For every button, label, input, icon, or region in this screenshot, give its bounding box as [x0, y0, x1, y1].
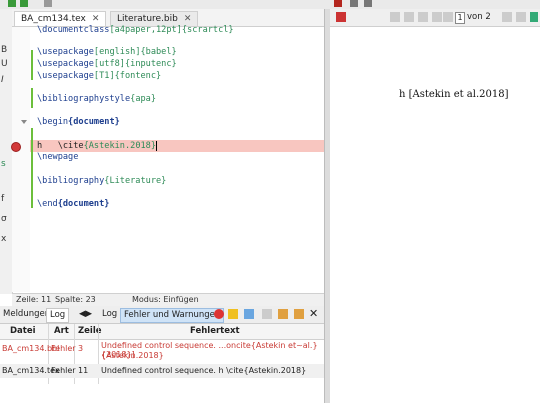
log-row[interactable]: BA_cm134.tex Fehler 11 Undefined control… — [0, 364, 324, 378]
structure-symbol[interactable]: s — [1, 159, 6, 169]
code-line[interactable]: \newpage — [37, 151, 78, 163]
code-command: \bibliographystyle — [37, 94, 131, 104]
tab-log-secondary[interactable]: Log — [99, 308, 120, 321]
code-arg: {apa} — [130, 94, 157, 104]
code-line[interactable]: \usepackage[english]{babel} — [37, 46, 177, 58]
log-tabbar: Meldungen Log ◀▶ Log Fehler und Warnunge… — [0, 306, 324, 324]
code-line[interactable]: \begin{document} — [37, 116, 120, 128]
code-line[interactable]: \documentclass[a4paper,12pt]{scrartcl} — [37, 24, 234, 36]
badbox-filter-icon[interactable] — [244, 309, 254, 319]
code-arg: [T1]{fontenc} — [93, 71, 162, 81]
log-text: Undefined control sequence. h \cite{Aste… — [101, 366, 307, 375]
code-arg: [english]{babel} — [93, 47, 177, 57]
function-symbol[interactable]: f — [1, 194, 4, 204]
code-line[interactable]: \usepackage[T1]{fontenc} — [37, 70, 161, 82]
log-line: 3 — [78, 344, 84, 353]
code-line[interactable]: \end{document} — [37, 198, 109, 210]
tab-log[interactable]: Log — [46, 308, 70, 323]
bold-symbol[interactable]: B — [1, 45, 7, 55]
code-command: \newpage — [37, 152, 79, 162]
search-icon[interactable] — [364, 0, 372, 7]
close-icon[interactable]: ✕ — [184, 14, 192, 24]
header-text: Fehlertext — [190, 326, 240, 336]
code-command: \begin — [37, 117, 69, 127]
last-page-icon[interactable] — [516, 12, 526, 22]
prev-error-icon[interactable] — [294, 309, 304, 319]
run-icon[interactable] — [8, 0, 16, 7]
tab-errors-warnings[interactable]: Fehler und Warnungen — [120, 308, 225, 323]
tab-label: BA_cm134.tex — [21, 14, 86, 24]
close-icon[interactable]: ✕ — [92, 14, 100, 24]
underline-symbol[interactable]: U — [1, 59, 8, 69]
header-file: Datei — [10, 326, 36, 336]
log-line: 11 — [78, 366, 89, 375]
code-command: \usepackage — [37, 59, 94, 69]
run-quick-icon[interactable] — [20, 0, 28, 7]
math-symbol[interactable]: x — [1, 234, 6, 244]
greek-symbol[interactable]: σ — [1, 214, 7, 224]
print-icon[interactable] — [350, 0, 358, 7]
pdf-icon[interactable] — [334, 0, 342, 7]
forward-icon[interactable] — [432, 12, 442, 22]
error-filter-icon[interactable] — [214, 309, 224, 319]
cut-icon[interactable] — [44, 0, 52, 7]
fold-arrow-icon[interactable] — [21, 120, 27, 124]
tab-label: Literature.bib — [117, 14, 178, 24]
status-mode: Modus: Einfügen — [132, 295, 199, 304]
sync-icon[interactable] — [530, 12, 538, 22]
close-icon[interactable]: ✕ — [309, 307, 318, 320]
pdf-icon[interactable] — [336, 12, 346, 22]
code-line[interactable]: \bibliography{Literature} — [37, 175, 166, 187]
next-error-icon[interactable] — [278, 309, 288, 319]
code-arg: {document} — [57, 199, 110, 209]
tab-nav-arrows[interactable]: ◀▶ — [76, 308, 95, 321]
code-command: \documentclass — [37, 25, 110, 35]
error-marker-icon[interactable] — [11, 142, 21, 152]
code-command: h \cite — [37, 141, 84, 151]
page-count-label: von 2 — [467, 12, 491, 22]
prev-page-icon[interactable] — [404, 12, 414, 22]
status-line: Zeile: 11 — [16, 295, 52, 304]
next-page-icon[interactable] — [443, 12, 453, 22]
log-type: Fehler — [51, 366, 76, 375]
header-type: Art — [54, 326, 69, 336]
back-icon[interactable] — [418, 12, 428, 22]
options-icon[interactable] — [262, 309, 272, 319]
code-command: \bibliography — [37, 176, 105, 186]
code-arg: [utf8]{inputenc} — [93, 59, 177, 69]
first-page-icon[interactable] — [390, 12, 400, 22]
status-bar: Zeile: 11 Spalte: 23 Modus: Einfügen — [12, 293, 324, 306]
code-command: \usepackage — [37, 47, 94, 57]
change-bar — [31, 50, 33, 80]
code-line[interactable]: \usepackage[utf8]{inputenc} — [37, 58, 177, 70]
status-column: Spalte: 23 — [55, 295, 96, 304]
change-bar — [31, 128, 33, 208]
next-icon[interactable] — [502, 12, 512, 22]
code-arg: {Literature} — [104, 176, 167, 186]
change-bar — [31, 88, 33, 108]
log-row[interactable]: BA_cm134.bbl Fehler 3 Undefined control … — [0, 341, 324, 363]
pdf-content-text: h [Astekin et al.2018] — [399, 89, 509, 100]
page-number-input[interactable]: 1 — [455, 12, 465, 24]
viewer-toolbar: 1 von 2 — [330, 9, 540, 27]
code-command: \usepackage — [37, 71, 94, 81]
code-arg: {Astekin.2018} — [83, 141, 158, 151]
log-text-continued: {Astekin.2018} — [101, 351, 164, 360]
editor-gutter — [12, 27, 30, 292]
log-type: Fehler — [51, 344, 76, 353]
code-command: \end — [37, 199, 58, 209]
code-line[interactable]: \bibliographystyle{apa} — [37, 93, 156, 105]
code-arg: {document} — [68, 117, 120, 127]
italic-symbol[interactable]: I — [1, 75, 4, 85]
code-arg: [a4paper,12pt]{scrartcl} — [109, 25, 234, 35]
warning-filter-icon[interactable] — [228, 309, 238, 319]
pdf-viewer[interactable] — [330, 27, 540, 403]
